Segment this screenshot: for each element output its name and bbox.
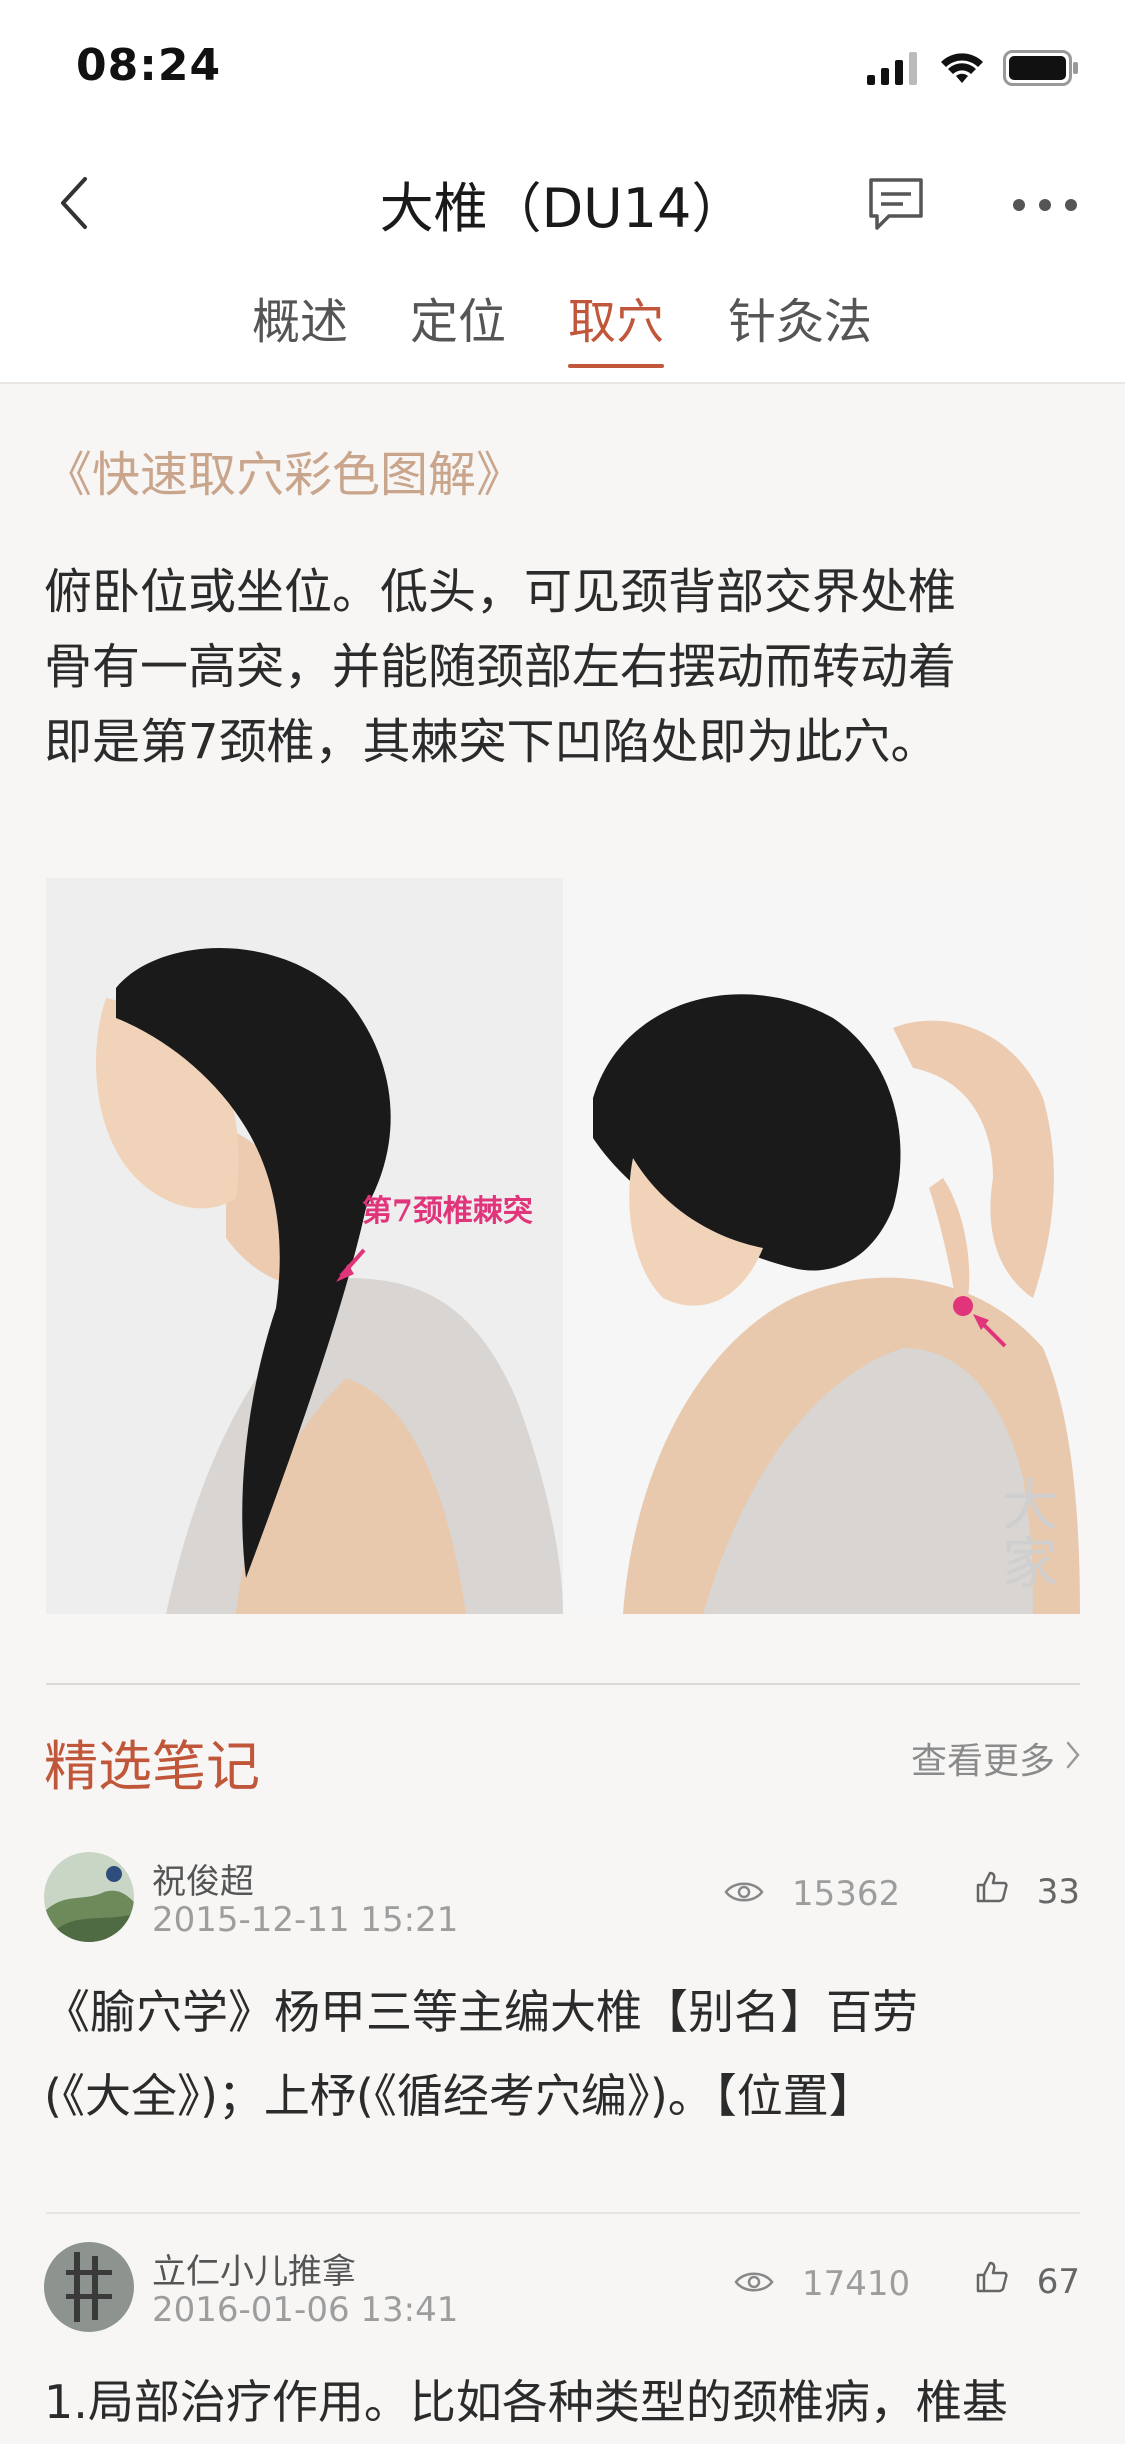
chevron-right-icon [1065, 1738, 1081, 1779]
thumb-up-icon [975, 1870, 1009, 1913]
note-item[interactable]: 祝俊超 2015-12-11 15:21 15362 33 《腧穴学》杨甲三等主… [44, 1852, 1080, 2172]
note-date: 2015-12-11 15:21 [152, 1900, 459, 1940]
comment-icon [865, 174, 927, 238]
avatar[interactable] [44, 2242, 134, 2332]
page-title: 大椎（DU14） [379, 177, 746, 240]
thumb-up-icon [975, 2260, 1009, 2303]
wifi-icon [939, 51, 985, 89]
battery-icon [1003, 50, 1079, 90]
view-count: 17410 [734, 2264, 910, 2304]
image-label: 第7颈椎棘突 [362, 1194, 533, 1229]
note-excerpt: 1.局部治疗作用。比如各种类型的颈椎病，椎基 [44, 2360, 1080, 2444]
description-line: 俯卧位或坐位。低头，可见颈背部交界处椎 [44, 564, 957, 620]
like-count: 33 [1036, 1871, 1080, 1912]
nav-bar: 大椎（DU14） [0, 140, 1125, 270]
avatar[interactable] [44, 1852, 134, 1942]
see-more-link[interactable]: 查看更多 [911, 1732, 1081, 1784]
see-more-label: 查看更多 [910, 1741, 1055, 1782]
more-button[interactable] [1005, 170, 1085, 242]
view-count-value: 17410 [802, 2264, 911, 2304]
eye-icon [734, 2264, 774, 2304]
tab-acupuncture-method[interactable]: 针灸法 [728, 282, 872, 368]
signal-icon [865, 51, 921, 89]
tab-location[interactable]: 定位 [410, 282, 506, 368]
section-title: 精选笔记 [44, 1735, 260, 1798]
note-author[interactable]: 祝俊超 [152, 1854, 254, 1903]
like-count: 67 [1036, 2261, 1080, 2302]
tab-bar: 概述 定位 取穴 针灸法 [0, 270, 1125, 384]
note-excerpt-line: 1.局部治疗作用。比如各种类型的颈椎病，椎基 [44, 2375, 1008, 2429]
note-item[interactable]: 立仁小儿推拿 2016-01-06 13:41 17410 67 1.局部治疗作… [44, 2242, 1080, 2436]
watermark-logo: 大 家 [1002, 1474, 1058, 1597]
status-time: 08:24 [76, 40, 222, 91]
source-title: 《快速取穴彩色图解》 [44, 447, 525, 503]
photo-right: 大 家 [563, 878, 1080, 1614]
note-divider [46, 2212, 1080, 2214]
view-count: 15362 [724, 1874, 900, 1914]
note-date: 2016-01-06 13:41 [152, 2290, 459, 2330]
like-button[interactable]: 67 [975, 2260, 1080, 2303]
like-button[interactable]: 33 [975, 1870, 1080, 1913]
photo-left: 第7颈椎棘突 [46, 878, 563, 1614]
status-bar: 08:24 [0, 0, 1125, 140]
note-author[interactable]: 立仁小儿推拿 [152, 2244, 356, 2293]
eye-icon [724, 1874, 764, 1914]
description-line: 即是第7颈椎，其棘突下凹陷处即为此穴。 [44, 714, 939, 770]
note-excerpt: 《腧穴学》杨甲三等主编大椎【别名】百劳 (《大全》)；上杼(《循经考穴编》)。【… [44, 1970, 1080, 2138]
description-line: 骨有一高突，并能随颈部左右摆动而转动着 [44, 639, 957, 695]
note-excerpt-line: (《大全》)；上杼(《循经考穴编》)。【位置】 [44, 2069, 875, 2123]
tab-acupoint-finding[interactable]: 取穴 [568, 282, 665, 368]
description: 俯卧位或坐位。低头，可见颈背部交界处椎 骨有一高突，并能随颈部左右摆动而转动着 … [44, 555, 1084, 780]
more-icon [1012, 197, 1078, 216]
comment-button[interactable] [860, 170, 932, 242]
view-count-value: 15362 [792, 1874, 901, 1914]
illustration-image: 第7颈椎棘突 大 家 [46, 878, 1080, 1614]
tab-overview[interactable]: 概述 [252, 282, 348, 368]
note-excerpt-line: 《腧穴学》杨甲三等主编大椎【别名】百劳 [44, 1985, 918, 2039]
section-divider [46, 1683, 1080, 1685]
status-icons [865, 50, 1079, 90]
